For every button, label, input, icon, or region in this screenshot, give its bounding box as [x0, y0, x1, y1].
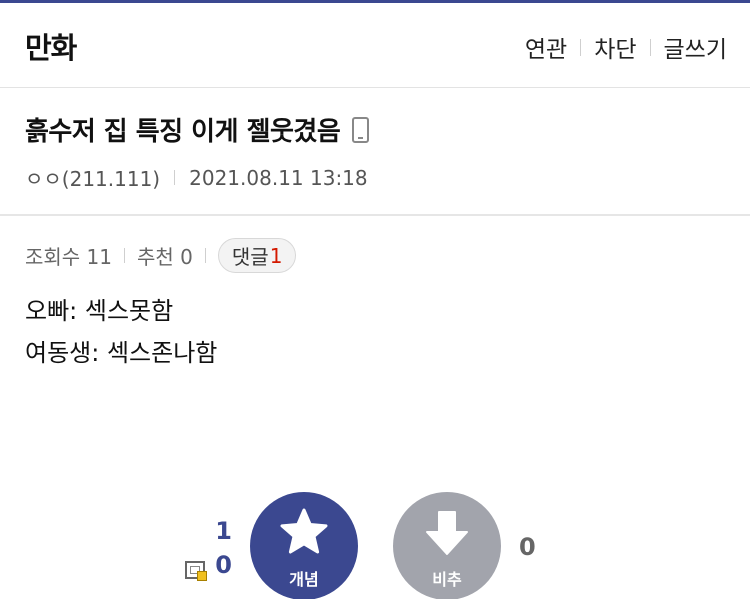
gallery-title[interactable]: 만화	[25, 25, 77, 67]
recommend-area: 1 0 개념 비추 0	[0, 490, 750, 599]
content-line: 오빠: 섹스못함	[25, 297, 174, 325]
upvote-button[interactable]: 개념	[250, 492, 358, 599]
related-link[interactable]: 연관	[525, 30, 567, 64]
stats-divider	[204, 248, 206, 263]
downvote-count: 0	[519, 533, 536, 561]
post-content: 오빠: 섹스못함 여동생: 섹스존나함	[25, 290, 217, 374]
downvote-button[interactable]: 비추	[393, 492, 501, 599]
comment-button[interactable]: 댓글 1	[217, 238, 297, 273]
downvote-label: 비추	[432, 570, 462, 589]
upvote-count: 1	[215, 517, 232, 545]
post-header: 흙수저 집 특징 이게 젤웃겼음 ㅇㅇ(211.111) 2021.08.11 …	[0, 89, 750, 216]
post-author[interactable]: ㅇㅇ(211.111)	[25, 163, 160, 192]
upvote-label: 개념	[289, 570, 319, 589]
block-link[interactable]: 차단	[594, 30, 636, 64]
post-title-row: 흙수저 집 특징 이게 젤웃겼음	[25, 111, 370, 148]
post-stats: 조회수 11 추천 0 댓글 1	[25, 238, 297, 273]
content-line: 여동생: 섹스존나함	[25, 339, 218, 367]
star-icon	[280, 508, 328, 554]
header-menu: 연관 차단 글쓰기	[525, 30, 727, 64]
menu-divider	[649, 38, 651, 56]
recommend-count: 추천 0	[137, 245, 193, 269]
menu-divider	[580, 38, 582, 56]
post-date: 2021.08.11 13:18	[189, 165, 368, 190]
down-arrow-icon	[426, 511, 468, 555]
view-count: 조회수 11	[25, 245, 113, 269]
mobile-phone-icon	[352, 116, 370, 143]
stats-divider	[124, 248, 126, 263]
comment-count: 1	[269, 243, 283, 268]
write-link[interactable]: 글쓰기	[664, 30, 727, 64]
comment-label: 댓글	[231, 245, 269, 269]
meta-divider	[174, 170, 176, 185]
post-title: 흙수저 집 특징 이게 젤웃겼음	[25, 117, 341, 147]
gallery-header: 만화 연관 차단 글쓰기	[0, 3, 750, 88]
fixed-nick-upvote-count: 0	[215, 551, 232, 579]
post-meta: ㅇㅇ(211.111) 2021.08.11 13:18	[25, 163, 368, 192]
